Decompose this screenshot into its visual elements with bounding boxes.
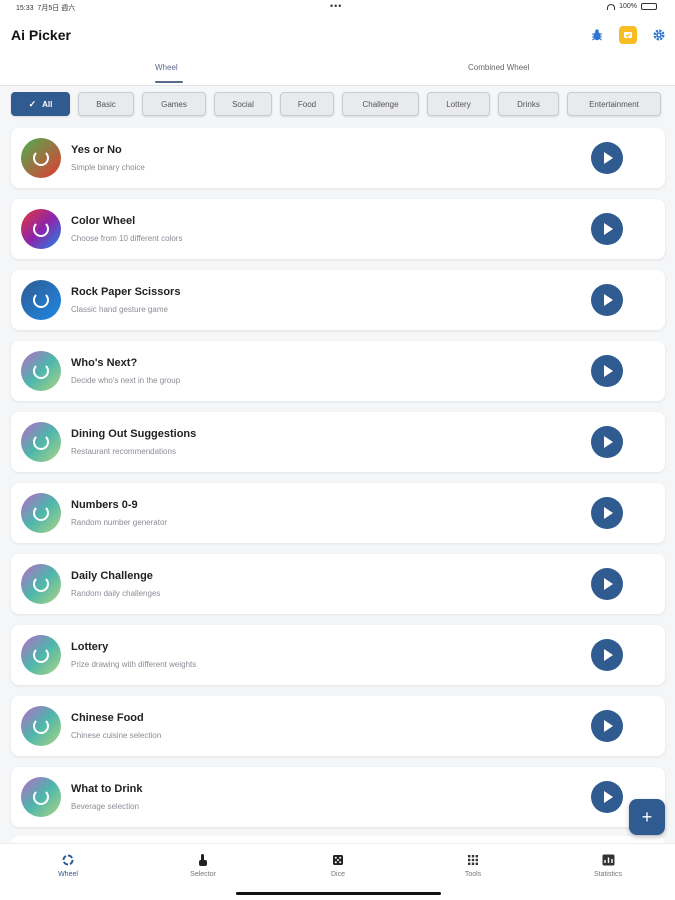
check-icon: ✓ — [28, 98, 37, 109]
item-subtitle: Prize drawing with different weights — [71, 660, 197, 669]
item-subtitle: Chinese cuisine selection — [71, 731, 162, 740]
chip-basic[interactable]: Basic — [78, 92, 134, 116]
battery-percent: 100% — [619, 3, 637, 10]
nav-tools[interactable]: Tools — [433, 852, 513, 878]
play-button[interactable] — [591, 213, 623, 245]
chip-challenge[interactable]: Challenge — [342, 92, 419, 116]
list-item[interactable]: Color Wheel Choose from 10 different col… — [11, 199, 665, 259]
item-title: Daily Challenge — [71, 570, 153, 582]
play-button[interactable] — [591, 568, 623, 600]
wheel-avatar-icon — [21, 422, 61, 462]
chip-games[interactable]: Games — [142, 92, 206, 116]
tab-indicator — [155, 81, 183, 83]
item-title: Color Wheel — [71, 215, 136, 227]
play-icon — [604, 507, 613, 519]
wheel-avatar-icon — [21, 635, 61, 675]
play-icon — [604, 578, 613, 590]
wheel-tabs: Wheel Combined Wheel — [0, 58, 675, 86]
chip-drinks[interactable]: Drinks — [498, 92, 559, 116]
play-button[interactable] — [591, 497, 623, 529]
wheel-avatar-icon — [21, 280, 61, 320]
list-item[interactable]: Lottery Prize drawing with different wei… — [11, 625, 665, 685]
wheel-icon — [28, 852, 108, 868]
selector-icon — [163, 852, 243, 868]
nav-statistics[interactable]: Statistics — [568, 852, 648, 878]
play-icon — [604, 152, 613, 164]
list-item[interactable]: Daily Challenge Random daily challenges — [11, 554, 665, 614]
chip-all[interactable]: ✓ All — [11, 92, 70, 116]
list-item[interactable]: Rock Paper Scissors Classic hand gesture… — [11, 270, 665, 330]
tab-combined-wheel[interactable]: Combined Wheel — [468, 63, 529, 72]
multitask-dots[interactable]: ••• — [330, 1, 342, 11]
list-item[interactable]: What to Drink Beverage selection — [11, 767, 665, 827]
list-item[interactable]: Yes or No Simple binary choice — [11, 128, 665, 188]
play-icon — [604, 720, 613, 732]
chip-entertainment[interactable]: Entertainment — [567, 92, 661, 116]
bug-icon[interactable] — [588, 26, 606, 44]
play-button[interactable] — [591, 426, 623, 458]
item-subtitle: Beverage selection — [71, 802, 140, 811]
item-title: Dining Out Suggestions — [71, 428, 197, 440]
wifi-icon — [607, 3, 616, 10]
tab-wheel[interactable]: Wheel — [155, 63, 178, 72]
dice-icon — [298, 852, 378, 868]
play-button[interactable] — [591, 355, 623, 387]
play-icon — [604, 791, 613, 803]
play-icon — [604, 649, 613, 661]
play-icon — [604, 223, 613, 235]
wheel-avatar-icon — [21, 351, 61, 391]
battery-icon — [641, 3, 657, 10]
nav-selector[interactable]: Selector — [163, 852, 243, 878]
play-button[interactable] — [591, 710, 623, 742]
item-subtitle: Simple binary choice — [71, 163, 145, 172]
play-icon — [604, 365, 613, 377]
item-title: Rock Paper Scissors — [71, 286, 181, 298]
nav-dice[interactable]: Dice — [298, 852, 378, 878]
list-item[interactable]: Chinese Food Chinese cuisine selection — [11, 696, 665, 756]
item-title: Lottery — [71, 641, 109, 653]
item-subtitle: Random daily challenges — [71, 589, 161, 598]
item-title: Yes or No — [71, 144, 122, 156]
item-title: Who's Next? — [71, 357, 138, 369]
wheel-avatar-icon — [21, 564, 61, 604]
item-subtitle: Classic hand gesture game — [71, 305, 168, 314]
item-subtitle: Random number generator — [71, 518, 168, 527]
app-header: Ai Picker — [0, 14, 675, 58]
play-button[interactable] — [591, 142, 623, 174]
play-button[interactable] — [591, 781, 623, 813]
status-bar: 15:33 7月5日 週六 ••• 100% — [0, 0, 675, 14]
add-wheel-button[interactable]: + — [629, 799, 665, 835]
item-title: What to Drink — [71, 783, 143, 795]
wheel-avatar-icon — [21, 777, 61, 817]
item-subtitle: Restaurant recommendations — [71, 447, 176, 456]
wheel-avatar-icon — [21, 706, 61, 746]
pro-badge-icon[interactable] — [619, 26, 637, 44]
list-item[interactable]: Who's Next? Decide who's next in the gro… — [11, 341, 665, 401]
tools-icon — [433, 852, 513, 868]
item-title: Chinese Food — [71, 712, 144, 724]
category-chips: ✓ All Basic Games Social Food Challenge L… — [0, 86, 675, 122]
item-title: Numbers 0-9 — [71, 499, 138, 511]
home-indicator[interactable] — [236, 892, 441, 895]
play-button[interactable] — [591, 284, 623, 316]
chip-food[interactable]: Food — [280, 92, 334, 116]
item-subtitle: Decide who's next in the group — [71, 376, 181, 385]
status-right: 100% — [607, 3, 657, 10]
wheel-avatar-icon — [21, 209, 61, 249]
chip-lottery[interactable]: Lottery — [427, 92, 490, 116]
play-icon — [604, 436, 613, 448]
statistics-icon — [568, 852, 648, 868]
play-button[interactable] — [591, 639, 623, 671]
list-item[interactable]: Dining Out Suggestions Restaurant recomm… — [11, 412, 665, 472]
wheel-avatar-icon — [21, 493, 61, 533]
nav-wheel[interactable]: Wheel — [28, 852, 108, 878]
wheel-avatar-icon — [21, 138, 61, 178]
play-icon — [604, 294, 613, 306]
status-time: 15:33 7月5日 週六 — [16, 5, 76, 12]
item-subtitle: Choose from 10 different colors — [71, 234, 183, 243]
gear-icon[interactable] — [650, 26, 668, 44]
list-item[interactable]: Numbers 0-9 Random number generator — [11, 483, 665, 543]
app-title: Ai Picker — [11, 27, 71, 43]
chip-social[interactable]: Social — [214, 92, 272, 116]
